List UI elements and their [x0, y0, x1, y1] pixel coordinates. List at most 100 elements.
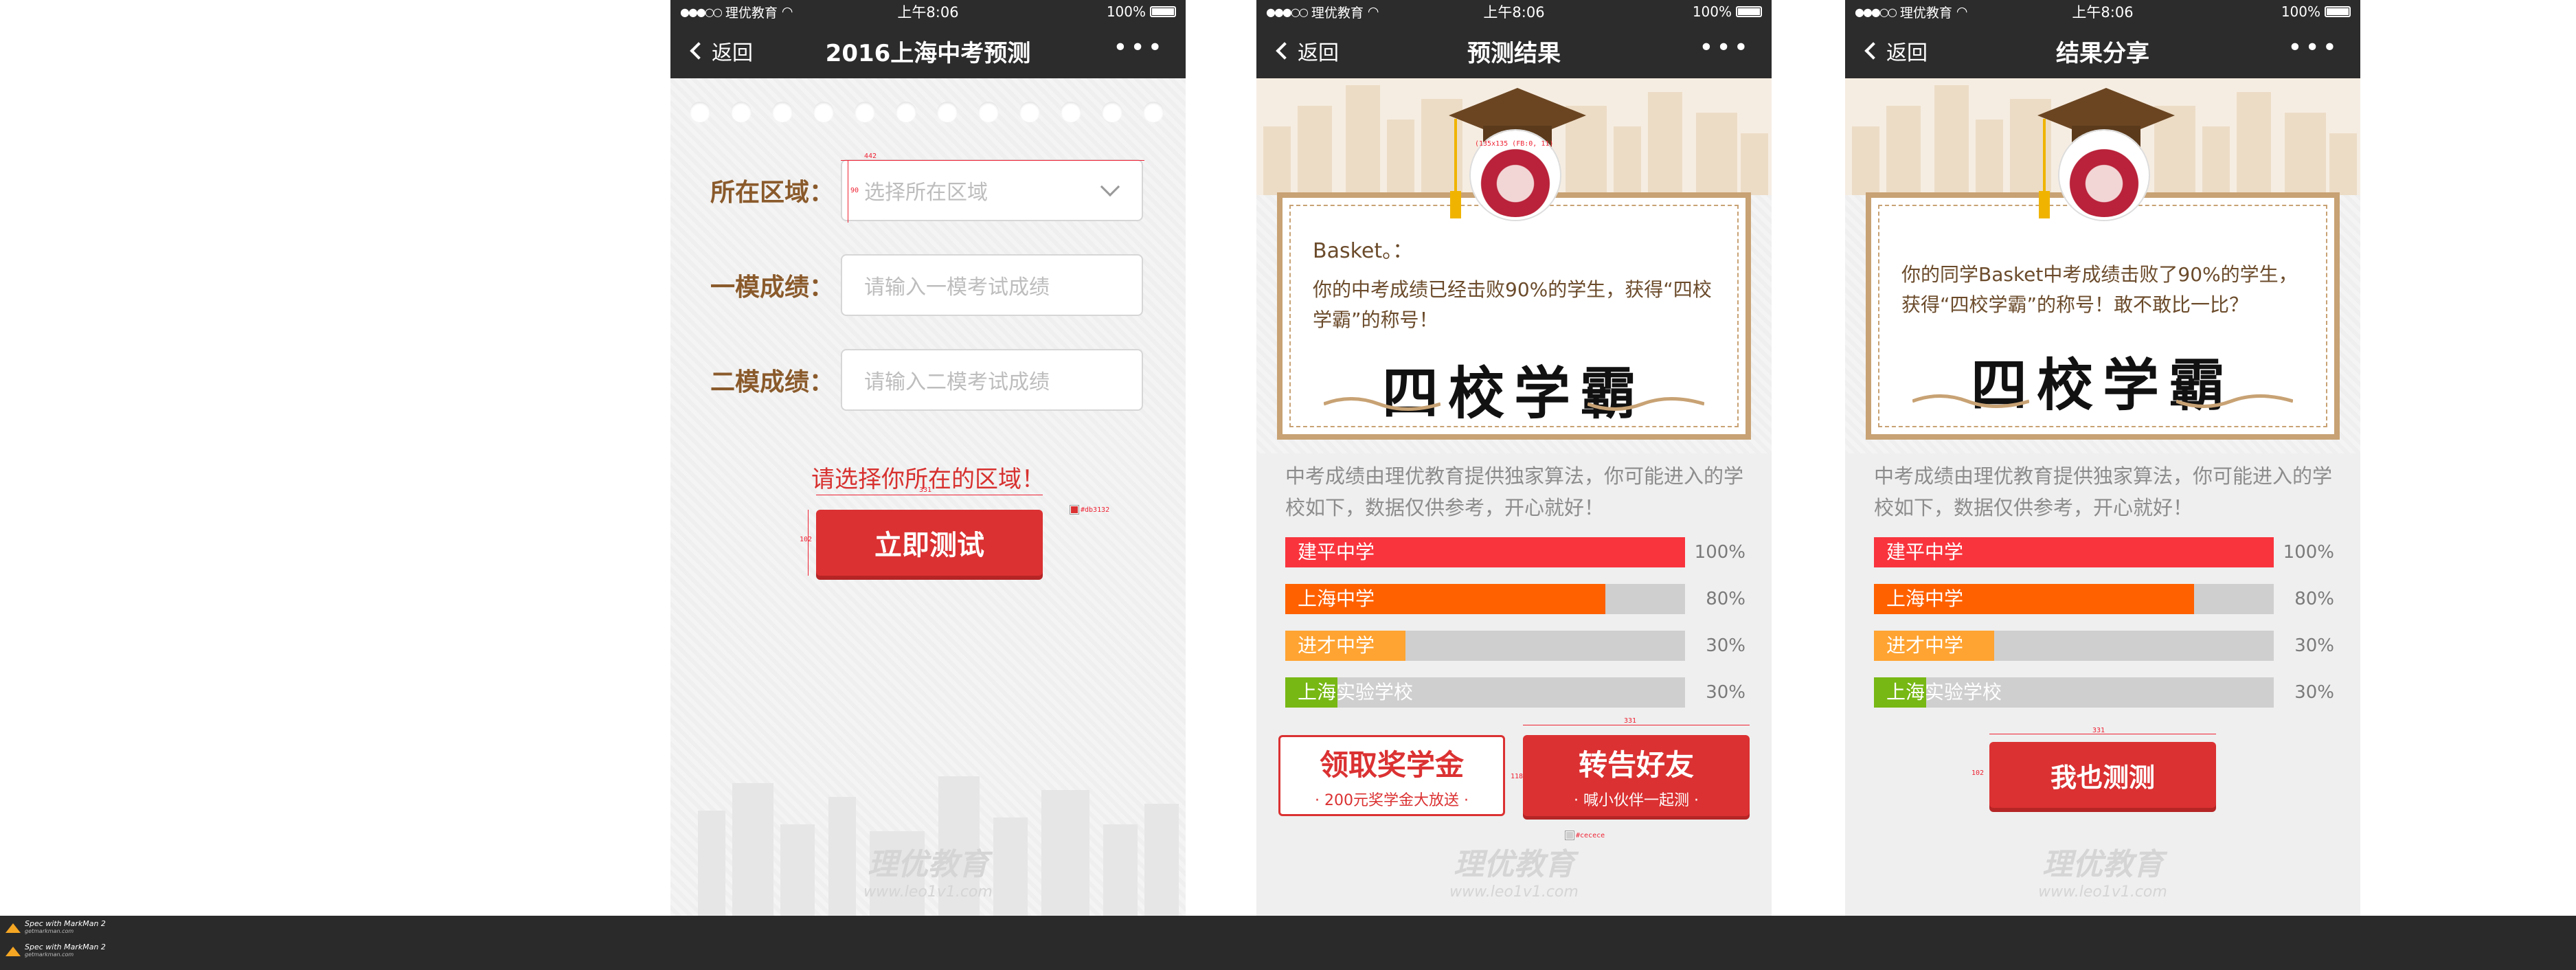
nav-bar: 返回 预测结果 •••: [1256, 23, 1772, 78]
region-select[interactable]: 选择所在区域: [841, 159, 1143, 221]
battery-icon: [2325, 6, 2351, 17]
spec-gray-text: #cecece: [1576, 832, 1605, 839]
intro-text: 中考成绩由理优教育提供独家算法，你可能进入的学校如下，数据仅供参考，开心就好！: [1874, 464, 2333, 519]
avatar: [2059, 131, 2149, 220]
spec-gray-label: #cecece: [1565, 831, 1605, 840]
scholarship-sub: · 200元奖学金大放送 ·: [1315, 791, 1469, 809]
school-bar-track: 上海中学: [1285, 584, 1685, 614]
school-name: 建平中学: [1298, 541, 1375, 563]
school-name: 上海中学: [1886, 587, 1964, 610]
school-percent: 80%: [1706, 589, 1745, 609]
result-certificate: 你的同学Basket中考成绩击败了90%的学生，获得“四校学霸”的称号！敢不敢比…: [1866, 192, 2340, 440]
clock: 上午8:06: [2072, 4, 2134, 21]
spec-color-text: #db3132: [1081, 506, 1110, 514]
hole-icon: [731, 102, 752, 122]
school-name: 上海中学: [1298, 587, 1375, 610]
back-label: 返回: [1298, 41, 1339, 65]
markman-footer: Spec with MarkMan 2 getmarkman.com Spec w…: [0, 916, 2576, 970]
share-friends-button[interactable]: 转告好友 · 喊小伙伴一起测 ·: [1523, 735, 1750, 816]
ornament-right-icon: [2176, 394, 2293, 408]
school-bar-track: 建平中学: [1285, 537, 1685, 567]
student-name: Basket。：: [1313, 239, 1414, 263]
mock1-placeholder: 请输入一模考试成绩: [864, 275, 1050, 300]
title-badge: 四校学霸: [1381, 361, 1646, 427]
chevron-left-icon: [690, 42, 708, 60]
school-bar-row: 上海中学 80%: [1874, 584, 2334, 614]
intro-text: 中考成绩由理优教育提供独家算法，你可能进入的学校如下，数据仅供参考，开心就好！: [1285, 464, 1744, 519]
spec-color-label: #db3132: [1070, 505, 1110, 515]
brand-name: 理优教育: [2042, 847, 2163, 882]
region-row: 所在区域： 选择所在区域: [710, 159, 1143, 221]
school-percent: 80%: [2294, 589, 2334, 609]
school-percent: 30%: [1706, 682, 1745, 703]
school-bar-row: 建平中学 100%: [1285, 537, 1745, 567]
hole-icon: [1143, 102, 1164, 122]
notebook-holes: [690, 102, 1164, 122]
screen-prediction-form: ●●●○○ 理优教育 ◠ 上午8:06 100% 返回 2016上海中考预测 •••…: [670, 0, 1186, 916]
spec-h-label: 118: [1511, 773, 1524, 780]
spec-height-label: 90: [850, 187, 859, 194]
school-bar-track: 进才中学: [1285, 631, 1685, 661]
brand-url: www.leo1v1.com: [2038, 883, 2167, 901]
school-name: 进才中学: [1886, 634, 1964, 657]
back-button[interactable]: 返回: [1256, 36, 1339, 66]
school-bar-row: 建平中学 100%: [1874, 537, 2334, 567]
color-swatch-icon: [1070, 505, 1079, 515]
status-bar: ●●●○○ 理优教育 ◠ 上午8:06 100%: [1256, 0, 1772, 23]
school-bar-row: 进才中学 30%: [1874, 631, 2334, 661]
school-name: 进才中学: [1298, 634, 1375, 657]
more-menu-button[interactable]: •••: [2287, 36, 2340, 60]
school-bar-track: 上海实验学校: [1874, 677, 2274, 708]
school-bar-row: 上海实验学校 30%: [1874, 677, 2334, 708]
mock2-score-input[interactable]: 请输入二模考试成绩: [841, 349, 1143, 411]
school-name: 上海实验学校: [1886, 681, 2002, 703]
school-bar-track: 上海实验学校: [1285, 677, 1685, 708]
hole-icon: [1061, 102, 1081, 122]
back-button[interactable]: 返回: [1845, 36, 1928, 66]
more-menu-button[interactable]: •••: [1113, 36, 1165, 60]
school-bar-row: 上海中学 80%: [1285, 584, 1745, 614]
spec-btn-height-line: [808, 510, 809, 576]
brand-watermark: 理优教育 www.leo1v1.com: [1256, 839, 1772, 901]
clock: 上午8:06: [897, 4, 959, 21]
more-menu-button[interactable]: •••: [1699, 36, 1751, 60]
color-swatch-icon: [1565, 831, 1574, 840]
spec-avatar-label: (135x135 (FB:0, 11): [1475, 140, 1554, 148]
brand-watermark: 理优教育 www.leo1v1.com: [670, 839, 1186, 901]
spec-btn-width-label: 331: [919, 486, 932, 494]
hole-icon: [937, 102, 958, 122]
school-bar-track: 上海中学: [1874, 584, 2274, 614]
back-label: 返回: [712, 41, 753, 65]
school-bar-row: 进才中学 30%: [1285, 631, 1745, 661]
hole-icon: [1102, 102, 1122, 122]
spec-width-label: 442: [864, 153, 877, 160]
school-name: 建平中学: [1886, 541, 1964, 563]
spec-btn-height-label: 102: [800, 536, 813, 543]
hole-icon: [1019, 102, 1040, 122]
mock1-row: 一模成绩： 请输入一模考试成绩: [710, 254, 1143, 316]
scholarship-title: 领取奖学金: [1319, 747, 1464, 782]
start-test-button[interactable]: 立即测试: [816, 510, 1043, 576]
back-label: 返回: [1886, 41, 1928, 65]
school-percent: 100%: [2283, 542, 2334, 563]
battery-icon: [1736, 6, 1762, 17]
markman-logo-icon: [5, 945, 21, 956]
mock1-score-input[interactable]: 请输入一模考试成绩: [841, 254, 1143, 316]
clock: 上午8:06: [1483, 4, 1545, 21]
brand-name: 理优教育: [1454, 847, 1574, 882]
ornament-left-icon: [1324, 397, 1440, 411]
school-percent: 30%: [1706, 635, 1745, 656]
scholarship-button[interactable]: 领取奖学金 · 200元奖学金大放送 ·: [1278, 735, 1505, 816]
school-name: 上海实验学校: [1298, 681, 1414, 703]
spec-width-line: [841, 160, 1144, 161]
try-it-too-button[interactable]: 我也测测: [1989, 742, 2216, 808]
nav-bar: 返回 结果分享 •••: [1845, 23, 2360, 78]
spec-h-label: 102: [1971, 769, 1985, 777]
result-certificate: Basket。： 你的中考成绩已经击败90%的学生，获得“四校学霸”的称号！ 四…: [1277, 192, 1751, 440]
brand-url: www.leo1v1.com: [1449, 883, 1579, 901]
brand-url: www.leo1v1.com: [863, 883, 993, 901]
school-bar-row: 上海实验学校 30%: [1285, 677, 1745, 708]
hole-icon: [855, 102, 875, 122]
status-bar: ●●●○○ 理优教育 ◠ 上午8:06 100%: [670, 0, 1186, 23]
back-button[interactable]: 返回: [670, 36, 753, 66]
